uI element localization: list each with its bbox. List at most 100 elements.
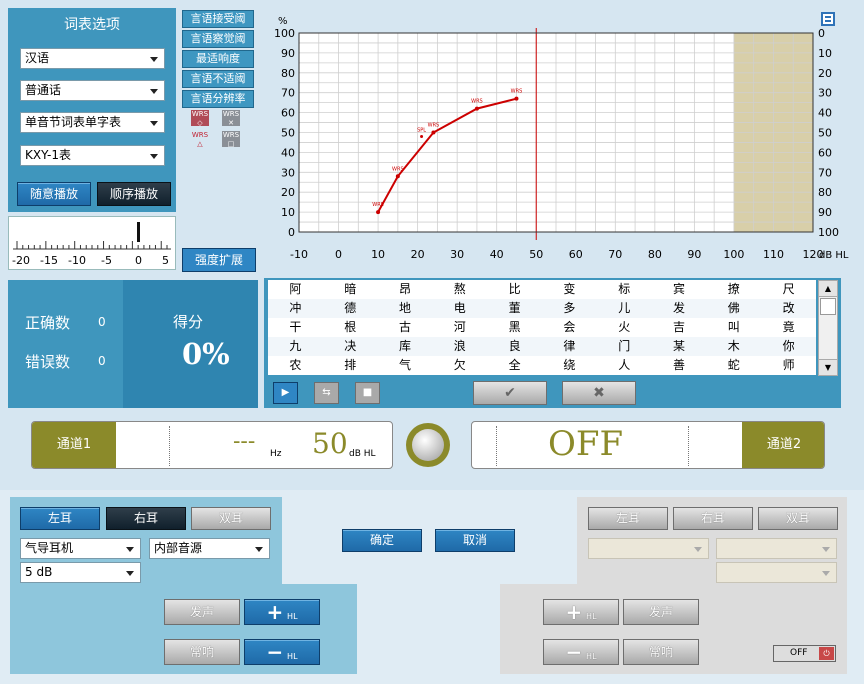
right-ear-button[interactable]: 右耳 bbox=[106, 507, 186, 530]
wrs-right-icon[interactable]: WRS □ bbox=[222, 131, 240, 148]
word-cell[interactable]: 排 bbox=[322, 356, 378, 375]
word-cell[interactable]: 阿 bbox=[268, 280, 323, 299]
word-cell[interactable]: 师 bbox=[761, 356, 816, 375]
right-panel-both-ears-button[interactable]: 双耳 bbox=[758, 507, 838, 530]
word-cell[interactable]: 门 bbox=[596, 337, 652, 356]
word-cell[interactable]: 比 bbox=[487, 280, 542, 299]
cancel-button[interactable]: 取消 bbox=[435, 529, 515, 552]
minus-button[interactable]: − HL bbox=[244, 639, 320, 665]
word-cell[interactable]: 气 bbox=[377, 356, 433, 375]
word-cell[interactable]: 全 bbox=[487, 356, 542, 375]
word-cell[interactable]: 撩 bbox=[706, 280, 762, 299]
mode-wrs-button[interactable]: 言语分辨率 bbox=[182, 90, 254, 108]
word-cell[interactable]: 律 bbox=[542, 337, 597, 356]
word-cell[interactable]: 善 bbox=[651, 356, 707, 375]
word-cell[interactable]: 欠 bbox=[432, 356, 488, 375]
switch-button[interactable]: ⇆ bbox=[314, 382, 339, 404]
word-cell[interactable]: 昂 bbox=[377, 280, 433, 299]
both-ears-button[interactable]: 双耳 bbox=[191, 507, 271, 530]
word-cell[interactable]: 标 bbox=[596, 280, 652, 299]
word-cell[interactable]: 蛇 bbox=[706, 356, 762, 375]
list-type-select[interactable]: 单音节词表单字表 bbox=[20, 112, 165, 133]
right-panel-step-select[interactable] bbox=[716, 562, 837, 583]
right-panel-left-ear-button[interactable]: 左耳 bbox=[588, 507, 668, 530]
step-select[interactable]: 5 dB bbox=[20, 562, 141, 583]
present-button[interactable]: 发声 bbox=[164, 599, 240, 625]
word-cell[interactable]: 董 bbox=[487, 299, 542, 318]
right-panel-minus-button[interactable]: − HL bbox=[543, 639, 619, 665]
right-panel-right-ear-button[interactable]: 右耳 bbox=[673, 507, 753, 530]
word-cell[interactable]: 地 bbox=[377, 299, 433, 318]
word-cell[interactable]: 绕 bbox=[542, 356, 597, 375]
word-cell[interactable]: 发 bbox=[651, 299, 707, 318]
mode-sdt-button[interactable]: 言语察觉阈 bbox=[182, 30, 254, 48]
word-cell[interactable]: 九 bbox=[268, 337, 323, 356]
right-panel-present-button[interactable]: 发声 bbox=[623, 599, 699, 625]
off-toggle[interactable]: OFF ⏻ bbox=[773, 645, 836, 662]
word-cell[interactable]: 熬 bbox=[432, 280, 488, 299]
link-knob[interactable] bbox=[406, 423, 450, 467]
slider-thumb[interactable] bbox=[137, 222, 140, 242]
word-cell[interactable]: 人 bbox=[596, 356, 652, 375]
word-grid-scrollbar[interactable]: ▲ ▼ bbox=[818, 280, 838, 376]
word-cell[interactable]: 某 bbox=[651, 337, 707, 356]
dialect-select[interactable]: 普通话 bbox=[20, 80, 165, 101]
wrs-marker-icon[interactable]: WRS ◇ bbox=[191, 110, 209, 127]
language-select[interactable]: 汉语 bbox=[20, 48, 165, 69]
word-cell[interactable]: 火 bbox=[596, 318, 652, 337]
level-offset-slider[interactable]: -20 -15 -10 -5 0 5 bbox=[8, 216, 176, 270]
word-cell[interactable]: 尺 bbox=[761, 280, 816, 299]
word-cell[interactable]: 暗 bbox=[322, 280, 378, 299]
wrs-left-icon[interactable]: WRS △ bbox=[191, 131, 209, 148]
correct-mark-button[interactable]: ✔ bbox=[473, 381, 547, 405]
word-cell[interactable]: 宾 bbox=[651, 280, 707, 299]
word-cell[interactable]: 河 bbox=[432, 318, 488, 337]
mode-ucl-button[interactable]: 言语不适阈 bbox=[182, 70, 254, 88]
word-cell[interactable]: 改 bbox=[761, 299, 816, 318]
mode-mcl-button[interactable]: 最适响度 bbox=[182, 50, 254, 68]
word-cell[interactable]: 决 bbox=[322, 337, 378, 356]
word-cell[interactable]: 浪 bbox=[432, 337, 488, 356]
word-cell[interactable]: 木 bbox=[706, 337, 762, 356]
sequential-play-button[interactable]: 顺序播放 bbox=[97, 182, 171, 206]
word-cell[interactable]: 电 bbox=[432, 299, 488, 318]
mute-button[interactable]: 常响 bbox=[164, 639, 240, 665]
source-select[interactable]: 内部音源 bbox=[149, 538, 270, 559]
wrong-mark-button[interactable]: ✖ bbox=[562, 381, 636, 405]
word-cell[interactable]: 古 bbox=[377, 318, 433, 337]
random-play-button[interactable]: 随意播放 bbox=[17, 182, 91, 206]
stop-button[interactable]: ■ bbox=[355, 382, 380, 404]
word-cell[interactable]: 儿 bbox=[596, 299, 652, 318]
mode-srt-button[interactable]: 言语接受阈 bbox=[182, 10, 254, 28]
right-panel-source-select[interactable] bbox=[716, 538, 837, 559]
word-cell[interactable]: 黑 bbox=[487, 318, 542, 337]
word-cell[interactable]: 根 bbox=[322, 318, 378, 337]
right-panel-transducer-select[interactable] bbox=[588, 538, 709, 559]
word-cell[interactable]: 竟 bbox=[761, 318, 816, 337]
list-name-select[interactable]: KXY-1表 bbox=[20, 145, 165, 166]
play-button[interactable]: ▶ bbox=[273, 382, 298, 404]
word-cell[interactable]: 库 bbox=[377, 337, 433, 356]
wrs-aided-icon[interactable]: WRS ✕ bbox=[222, 110, 240, 127]
channel1-button[interactable]: 通道1 bbox=[32, 422, 116, 468]
word-cell[interactable]: 佛 bbox=[706, 299, 762, 318]
word-cell[interactable]: 多 bbox=[542, 299, 597, 318]
word-cell[interactable]: 吉 bbox=[651, 318, 707, 337]
word-cell[interactable]: 农 bbox=[268, 356, 323, 375]
word-cell[interactable]: 变 bbox=[542, 280, 597, 299]
word-cell[interactable]: 良 bbox=[487, 337, 542, 356]
left-ear-button[interactable]: 左耳 bbox=[20, 507, 100, 530]
transducer-select[interactable]: 气导耳机 bbox=[20, 538, 141, 559]
ok-button[interactable]: 确定 bbox=[342, 529, 422, 552]
word-cell[interactable]: 冲 bbox=[268, 299, 323, 318]
word-cell[interactable]: 干 bbox=[268, 318, 323, 337]
word-cell[interactable]: 德 bbox=[322, 299, 378, 318]
plus-button[interactable]: + HL bbox=[244, 599, 320, 625]
word-cell[interactable]: 叫 bbox=[706, 318, 762, 337]
right-panel-plus-button[interactable]: + HL bbox=[543, 599, 619, 625]
word-cell[interactable]: 你 bbox=[761, 337, 816, 356]
word-cell[interactable]: 会 bbox=[542, 318, 597, 337]
right-panel-mute-button[interactable]: 常响 bbox=[623, 639, 699, 665]
intensity-expand-button[interactable]: 强度扩展 bbox=[182, 248, 256, 272]
channel2-button[interactable]: 通道2 bbox=[742, 422, 824, 468]
